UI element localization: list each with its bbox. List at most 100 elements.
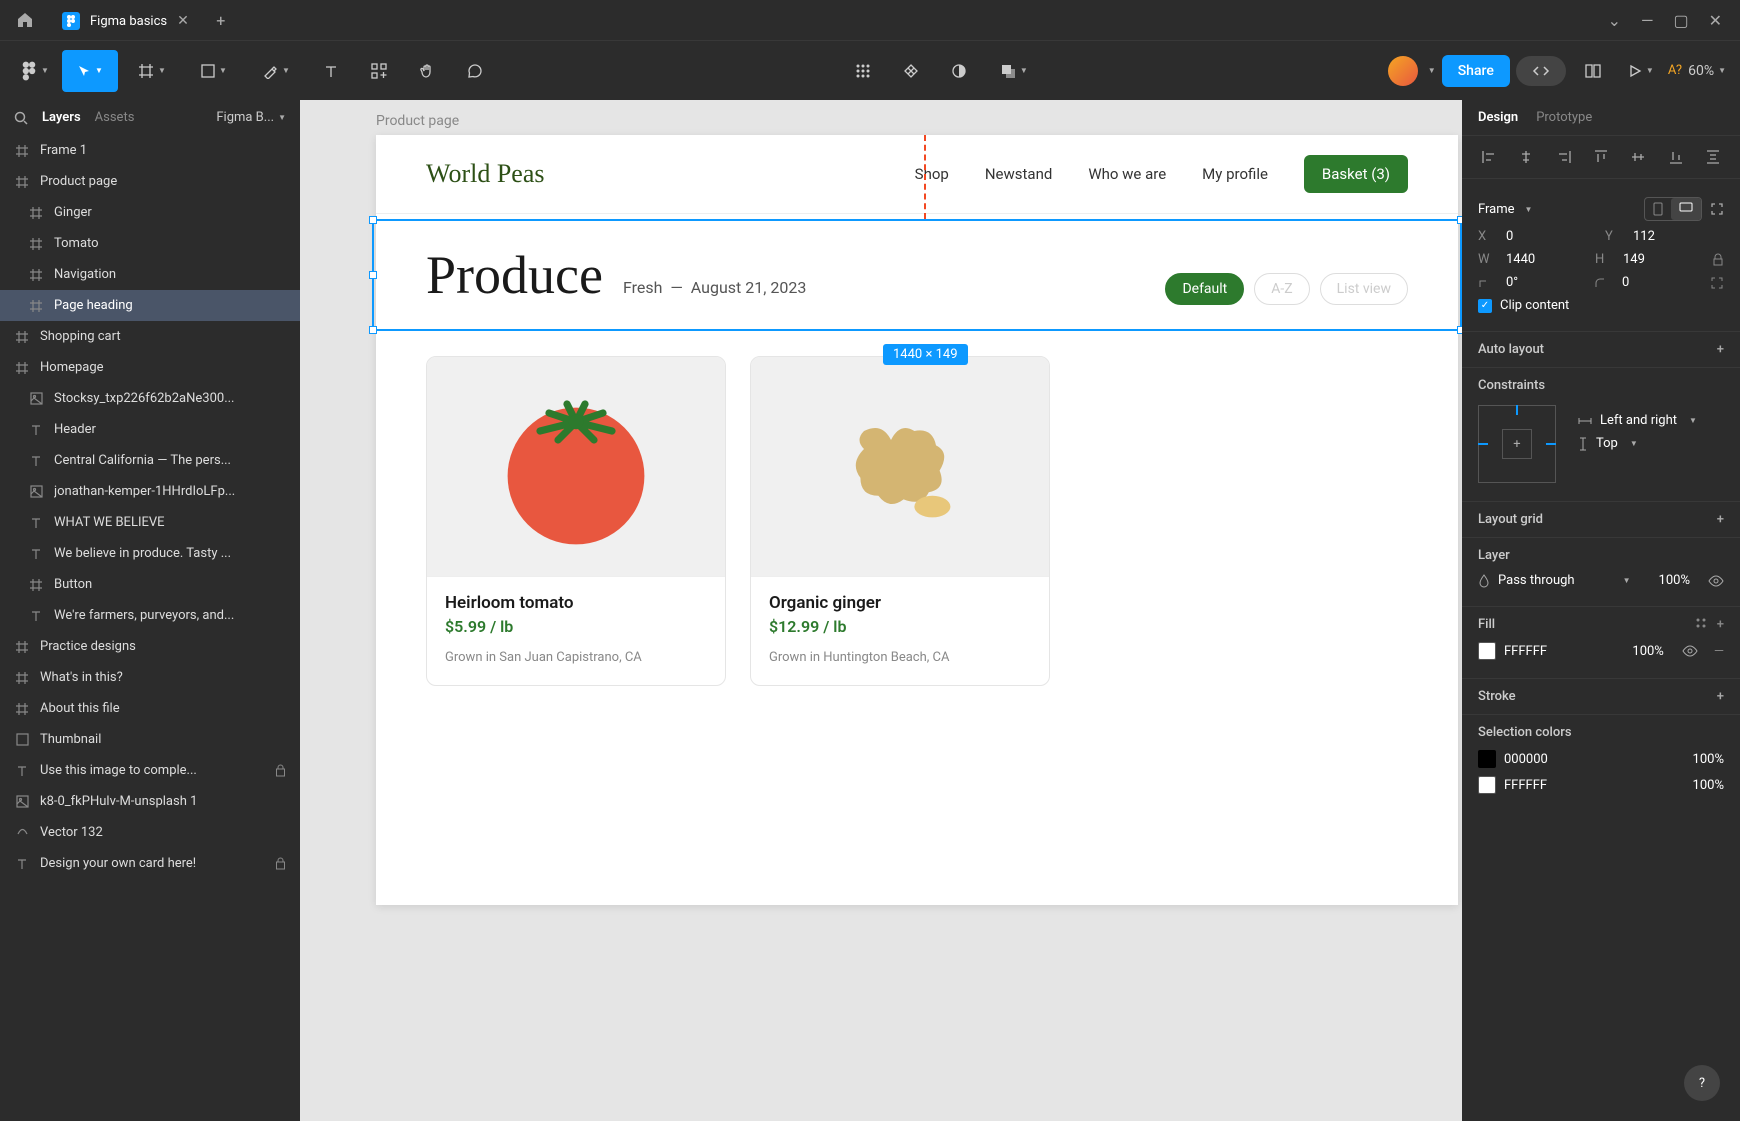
chevron-down-icon[interactable]: ▼ — [1428, 66, 1436, 75]
layout-grid-toggle[interactable] — [842, 50, 884, 92]
selection-handle[interactable] — [369, 326, 377, 334]
h-constraint-dropdown[interactable]: Left and right — [1600, 413, 1677, 428]
vertical-guide[interactable] — [924, 135, 926, 219]
comment-tool[interactable] — [454, 50, 496, 92]
nav-link[interactable]: Who we are — [1088, 165, 1166, 183]
close-window-button[interactable]: ✕ — [1709, 11, 1722, 30]
fill-opacity[interactable]: 100% — [1632, 644, 1663, 659]
layer-row[interactable]: Header — [0, 414, 300, 445]
canvas[interactable]: Product page World Peas Shop Newstand Wh… — [300, 100, 1462, 1121]
layer-row[interactable]: Stocksy_txp226f62b2aNe300... — [0, 383, 300, 414]
frame-label[interactable]: Product page — [376, 113, 459, 129]
home-button[interactable] — [0, 0, 50, 40]
prototype-tab[interactable]: Prototype — [1536, 110, 1592, 125]
layer-row[interactable]: About this file — [0, 693, 300, 724]
share-button[interactable]: Share — [1442, 55, 1510, 87]
file-tab[interactable]: Figma basics ✕ — [50, 0, 201, 40]
fill-hex[interactable]: FFFFFF — [1504, 644, 1624, 659]
add-auto-layout-button[interactable]: + — [1717, 342, 1724, 357]
constraints-widget[interactable]: + — [1478, 405, 1556, 483]
text-tool[interactable] — [310, 50, 352, 92]
pen-tool[interactable]: ▼ — [248, 50, 304, 92]
layer-row[interactable]: Practice designs — [0, 631, 300, 662]
help-button[interactable]: ? — [1684, 1065, 1720, 1101]
page-selector[interactable]: Figma B... ▼ — [216, 110, 286, 125]
layer-row[interactable]: We're farmers, purveyors, and... — [0, 600, 300, 631]
main-menu-button[interactable]: ▼ — [14, 50, 56, 92]
boolean-tool[interactable]: ▼ — [986, 50, 1042, 92]
layer-row[interactable]: jonathan-kemper-1HHrdIoLFp... — [0, 476, 300, 507]
v-constraint-dropdown[interactable]: Top — [1596, 436, 1618, 451]
rotation-input[interactable]: 0° — [1506, 275, 1586, 290]
layer-row[interactable]: WHAT WE BELIEVE — [0, 507, 300, 538]
component-tool[interactable] — [890, 50, 932, 92]
layer-row[interactable]: We believe in produce. Tasty ... — [0, 538, 300, 569]
chevron-down-icon[interactable]: ⌄ — [1608, 11, 1621, 30]
color-swatch[interactable] — [1478, 776, 1496, 794]
align-bottom-icon[interactable] — [1665, 146, 1687, 168]
lock-aspect-icon[interactable] — [1712, 253, 1724, 267]
lock-icon[interactable] — [275, 764, 286, 777]
distribute-icon[interactable] — [1702, 146, 1724, 168]
layers-tab[interactable]: Layers — [42, 110, 81, 125]
dev-mode-toggle[interactable] — [1516, 56, 1566, 86]
layer-row[interactable]: Shopping cart — [0, 321, 300, 352]
color-hex[interactable]: FFFFFF — [1504, 778, 1685, 793]
hand-tool[interactable] — [406, 50, 448, 92]
layer-row[interactable]: Product page — [0, 166, 300, 197]
nav-link[interactable]: Shop — [915, 165, 949, 183]
color-hex[interactable]: 000000 — [1504, 752, 1685, 767]
user-avatar[interactable] — [1388, 56, 1418, 86]
layer-row[interactable]: What's in this? — [0, 662, 300, 693]
align-left-icon[interactable] — [1478, 146, 1500, 168]
add-stroke-button[interactable]: + — [1717, 689, 1724, 704]
layer-row[interactable]: Tomato — [0, 228, 300, 259]
layer-row[interactable]: Button — [0, 569, 300, 600]
layer-row[interactable]: Design your own card here! — [0, 848, 300, 879]
zoom-control[interactable]: 60% ▼ — [1688, 63, 1726, 79]
layer-row[interactable]: Central California — The pers... — [0, 445, 300, 476]
align-vcenter-icon[interactable] — [1627, 146, 1649, 168]
align-right-icon[interactable] — [1553, 146, 1575, 168]
landscape-icon[interactable] — [1671, 198, 1701, 220]
frame-type-dropdown[interactable]: Frame ▼ — [1478, 202, 1532, 217]
resources-tool[interactable] — [358, 50, 400, 92]
clip-content-checkbox[interactable]: ✓ — [1478, 299, 1492, 313]
orientation-toggle[interactable] — [1644, 197, 1702, 221]
layer-row[interactable]: Page heading — [0, 290, 300, 321]
portrait-icon[interactable] — [1645, 198, 1671, 220]
align-hcenter-icon[interactable] — [1515, 146, 1537, 168]
frame-tool[interactable]: ▼ — [124, 50, 180, 92]
visibility-icon[interactable] — [1682, 645, 1698, 657]
selection-handle[interactable] — [369, 271, 377, 279]
close-tab-icon[interactable]: ✕ — [177, 13, 189, 29]
opacity-input[interactable]: 100% — [1659, 573, 1690, 588]
layer-row[interactable]: Ginger — [0, 197, 300, 228]
add-fill-button[interactable]: + — [1717, 617, 1724, 632]
layer-row[interactable]: Use this image to comple... — [0, 755, 300, 786]
present-button[interactable]: ▼ — [1620, 50, 1662, 92]
visibility-icon[interactable] — [1708, 575, 1724, 587]
nav-link[interactable]: My profile — [1202, 165, 1268, 183]
layer-row[interactable]: Navigation — [0, 259, 300, 290]
x-input[interactable]: 0 — [1506, 229, 1597, 244]
remove-fill-button[interactable]: — — [1714, 644, 1724, 659]
color-opacity[interactable]: 100% — [1693, 778, 1724, 793]
layer-row[interactable]: Thumbnail — [0, 724, 300, 755]
blend-mode-dropdown[interactable]: Pass through — [1498, 573, 1611, 588]
new-tab-button[interactable]: + — [201, 11, 241, 30]
assets-tab[interactable]: Assets — [95, 110, 135, 125]
independent-corners-icon[interactable] — [1710, 276, 1724, 290]
mask-tool[interactable] — [938, 50, 980, 92]
search-icon[interactable] — [14, 111, 28, 125]
selection-handle[interactable] — [369, 216, 377, 224]
maximize-button[interactable]: ▢ — [1673, 11, 1688, 30]
lock-icon[interactable] — [275, 857, 286, 870]
radius-input[interactable]: 0 — [1622, 275, 1702, 290]
align-top-icon[interactable] — [1590, 146, 1612, 168]
selection-outline[interactable] — [372, 219, 1462, 331]
y-input[interactable]: 112 — [1633, 229, 1724, 244]
layer-row[interactable]: Vector 132 — [0, 817, 300, 848]
color-opacity[interactable]: 100% — [1693, 752, 1724, 767]
add-grid-button[interactable]: + — [1717, 512, 1724, 527]
